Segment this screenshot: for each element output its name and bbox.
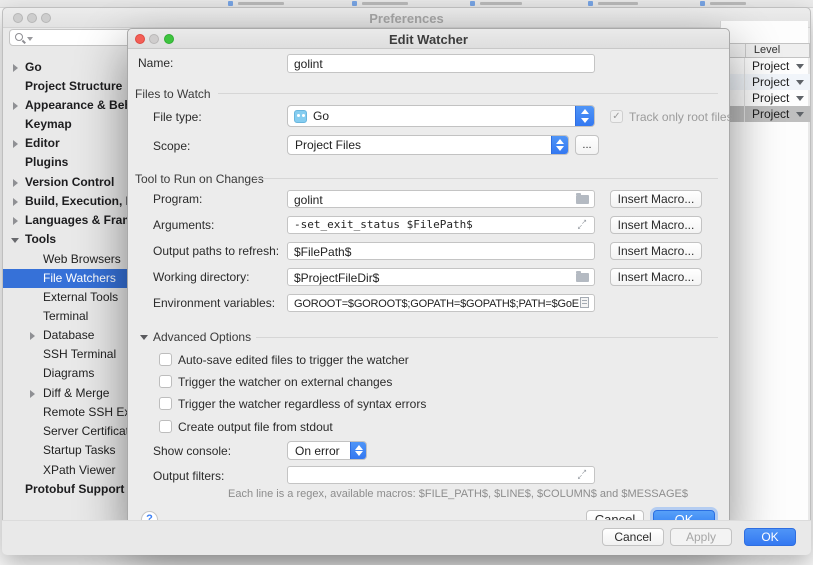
arguments-insert-macro-button[interactable]: Insert Macro... (610, 216, 702, 234)
chevron-right-icon[interactable] (13, 198, 18, 206)
go-file-type-icon (294, 110, 307, 123)
advanced-options-label[interactable]: Advanced Options (153, 330, 251, 344)
section-separator (218, 93, 718, 94)
program-label: Program: (153, 192, 202, 206)
watcher-level-cell-selected[interactable]: Project (724, 106, 810, 122)
background-app-artifact (598, 2, 638, 5)
chevron-right-icon[interactable] (13, 217, 18, 225)
environment-variables-input[interactable]: GOROOT=$GOROOT$;GOPATH=$GOPATH$;PATH=$Go… (287, 294, 595, 312)
chevron-right-icon[interactable] (13, 179, 18, 187)
background-app-artifact (228, 1, 233, 6)
screen: Preferences Go Project Structure Appeara… (0, 0, 813, 565)
preferences-footer: Cancel Apply OK (2, 520, 811, 555)
working-directory-label: Working directory: (153, 270, 249, 284)
output-paths-label: Output paths to refresh: (153, 244, 279, 258)
chevron-right-icon[interactable] (13, 140, 18, 148)
preferences-apply-button[interactable]: Apply (670, 528, 732, 546)
track-only-root-files-checkbox[interactable]: ✓ (610, 110, 623, 123)
search-icon (15, 33, 23, 41)
show-console-label: Show console: (153, 444, 231, 458)
background-app-artifact (362, 2, 408, 5)
dropdown-caret-icon[interactable] (796, 96, 804, 101)
chevron-right-icon[interactable] (13, 102, 18, 110)
search-options-chevron-icon[interactable] (27, 37, 33, 41)
background-app-artifact (588, 1, 593, 6)
dropdown-caret-icon[interactable] (796, 64, 804, 69)
dropdown-stepper-icon[interactable] (350, 442, 366, 459)
chevron-right-icon[interactable] (30, 332, 35, 340)
expand-field-icon[interactable]: ↗↙ (577, 220, 587, 230)
working-directory-insert-macro-button[interactable]: Insert Macro... (610, 268, 702, 286)
scope-browse-button[interactable]: ... (575, 135, 599, 155)
output-filters-label: Output filters: (153, 469, 224, 483)
trigger-syntax-errors-label: Trigger the watcher regardless of syntax… (178, 397, 426, 411)
chevron-down-icon[interactable] (11, 238, 19, 243)
column-separator (745, 44, 746, 57)
dropdown-stepper-icon[interactable] (551, 136, 568, 154)
arguments-label: Arguments: (153, 218, 214, 232)
background-app-artifact (700, 1, 705, 6)
section-separator (256, 337, 718, 338)
working-directory-input[interactable]: $ProjectFileDir$ (287, 268, 595, 286)
browse-folder-icon[interactable] (576, 195, 589, 204)
chevron-right-icon[interactable] (30, 390, 35, 398)
collapse-chevron-icon[interactable] (140, 335, 148, 340)
background-app-artifact (352, 1, 357, 6)
dropdown-caret-icon[interactable] (796, 80, 804, 85)
background-app-artifact (470, 1, 475, 6)
program-insert-macro-button[interactable]: Insert Macro... (610, 190, 702, 208)
track-only-root-files-label: Track only root files (629, 110, 733, 124)
show-console-select[interactable]: On error (287, 441, 367, 460)
program-input[interactable]: golint (287, 190, 595, 208)
edit-watcher-dialog: Edit Watcher Name: golint Files to Watch… (127, 28, 730, 533)
dropdown-caret-icon[interactable] (796, 112, 804, 117)
environment-variables-label: Environment variables: (153, 296, 275, 310)
watcher-level-cell[interactable]: Project (724, 58, 810, 74)
output-paths-input[interactable]: $FilePath$ (287, 242, 595, 260)
output-paths-insert-macro-button[interactable]: Insert Macro... (610, 242, 702, 260)
files-to-watch-section-label: Files to Watch (135, 87, 211, 101)
trigger-syntax-errors-checkbox[interactable] (159, 397, 172, 410)
create-output-file-label: Create output file from stdout (178, 420, 333, 434)
browse-folder-icon[interactable] (576, 273, 589, 282)
dropdown-stepper-icon[interactable] (575, 106, 594, 126)
background-app-artifact (238, 2, 284, 5)
file-type-select[interactable]: Go (287, 105, 595, 127)
tool-to-run-section-label: Tool to Run on Changes (135, 172, 264, 186)
arguments-input[interactable]: -set_exit_status $FilePath$ (287, 216, 595, 234)
regex-macros-hint: Each line is a regex, available macros: … (228, 488, 688, 500)
name-label: Name: (138, 56, 173, 70)
file-type-label: File type: (153, 110, 202, 124)
preferences-ok-button[interactable]: OK (744, 528, 796, 546)
background-app-artifact (480, 2, 522, 5)
watcher-level-cell[interactable]: Project (724, 90, 810, 106)
preferences-titlebar[interactable]: Preferences (3, 8, 810, 28)
background-app-artifact (710, 2, 746, 5)
dialog-titlebar[interactable]: Edit Watcher (128, 29, 729, 49)
chevron-right-icon[interactable] (13, 64, 18, 72)
trigger-external-changes-checkbox[interactable] (159, 375, 172, 388)
section-separator (256, 178, 718, 179)
create-output-file-checkbox[interactable] (159, 420, 172, 433)
auto-save-checkbox[interactable] (159, 353, 172, 366)
trigger-external-changes-label: Trigger the watcher on external changes (178, 375, 392, 389)
name-input[interactable]: golint (287, 54, 595, 73)
watcher-level-cell[interactable]: Project (724, 74, 810, 90)
preferences-cancel-button[interactable]: Cancel (602, 528, 664, 546)
browse-variables-icon[interactable] (580, 297, 589, 308)
expand-field-icon[interactable]: ↗↙ (577, 470, 587, 480)
auto-save-label: Auto-save edited files to trigger the wa… (178, 353, 409, 367)
output-filters-input[interactable] (287, 466, 595, 484)
window-title: Preferences (3, 11, 810, 26)
scope-select[interactable]: Project Files (287, 135, 569, 155)
dialog-title: Edit Watcher (128, 32, 729, 47)
level-column-header[interactable]: Level (724, 43, 810, 58)
scope-label: Scope: (153, 139, 190, 153)
